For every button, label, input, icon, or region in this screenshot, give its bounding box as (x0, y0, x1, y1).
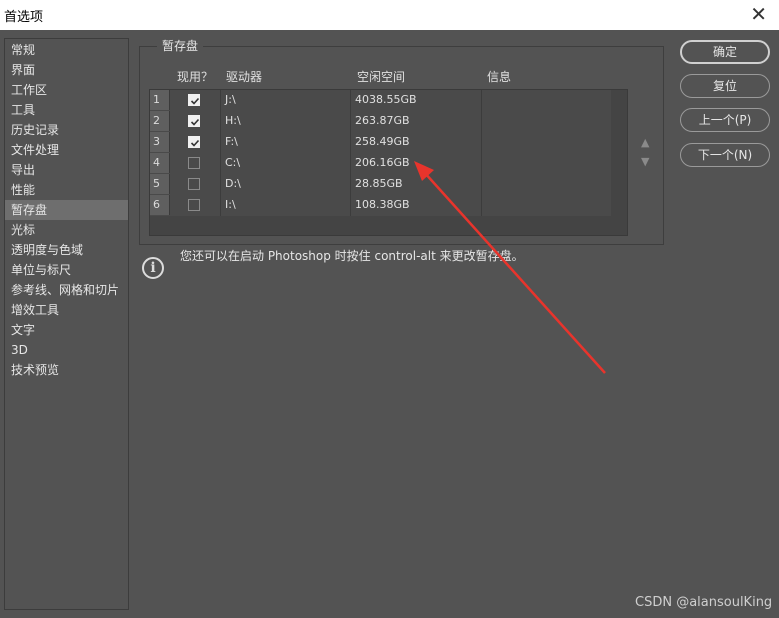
annotation-arrow (414, 161, 606, 374)
watermark: CSDN @alansoulKing (635, 595, 773, 610)
